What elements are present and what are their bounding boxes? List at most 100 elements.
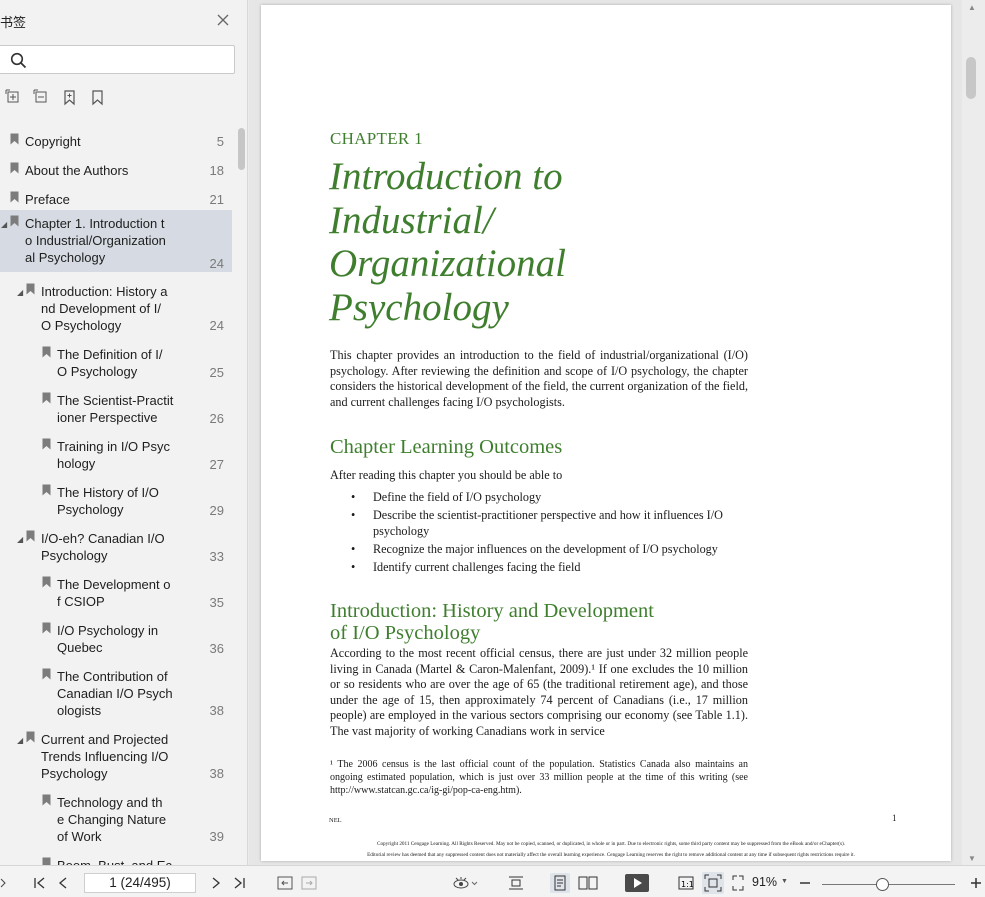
copyright-line: Editorial review has deemed that any sup…: [367, 852, 855, 858]
bookmark-item[interactable]: About the Authors 18: [0, 157, 232, 179]
zoom-slider-handle[interactable]: [876, 878, 889, 891]
sidebar-scrollbar[interactable]: [238, 128, 245, 170]
play-icon[interactable]: [625, 874, 649, 892]
bookmark-item[interactable]: The History of I/O Psychology 29: [0, 479, 232, 519]
scroll-down-icon[interactable]: ▼: [968, 854, 976, 863]
page-number: 1: [892, 813, 897, 823]
bookmark-page-number: 36: [209, 641, 224, 656]
bookmark-flag-icon: [26, 530, 35, 542]
bookmark-item[interactable]: I/O Psychology in Quebec 36: [0, 617, 232, 657]
previous-page-icon[interactable]: [55, 875, 71, 891]
page-fit-icon[interactable]: [508, 875, 524, 891]
bookmark-item[interactable]: The Development o f CSIOP 35: [0, 571, 232, 611]
bookmark-item[interactable]: Boom, Bust, and Ec: [0, 852, 232, 865]
bookmark-flag-icon: [10, 162, 19, 174]
bookmark-page-number: 33: [209, 549, 224, 564]
bookmark-label: Training in I/O Psyc hology: [57, 439, 170, 471]
expand-toggle-icon[interactable]: ◢: [1, 220, 7, 229]
outcomes-heading: Chapter Learning Outcomes: [330, 436, 563, 458]
bookmark-search-input[interactable]: [0, 45, 235, 74]
bookmark-item[interactable]: Preface 21: [0, 186, 232, 208]
pdf-page: CHAPTER 1 Introduction to Industrial/ Or…: [261, 5, 951, 861]
bookmark-item[interactable]: The Contribution of Canadian I/O Psych o…: [0, 663, 232, 719]
bookmark-label: The Definition of I/ O Psychology: [57, 347, 163, 379]
bookmark-flag-icon: [10, 215, 19, 227]
single-page-icon[interactable]: [550, 873, 570, 893]
bookmark-item[interactable]: ◢ Current and Projected Trends Influencin…: [0, 726, 232, 782]
page-number-input[interactable]: 1 (24/495): [84, 873, 196, 893]
first-page-icon[interactable]: [31, 875, 47, 891]
zoom-select-icon[interactable]: [730, 875, 746, 891]
chapter-intro: This chapter provides an introduction to…: [330, 348, 748, 409]
expand-all-icon[interactable]: [5, 89, 22, 106]
sidebar-toggle-icon[interactable]: [0, 875, 16, 891]
forward-icon[interactable]: [301, 875, 317, 891]
bookmark-item[interactable]: Copyright 5: [0, 128, 232, 150]
bookmark-page-number: 5: [216, 134, 224, 149]
collapse-all-icon[interactable]: [33, 89, 50, 106]
chapter-title-line: Organizational: [329, 242, 566, 285]
bookmark-flag-icon: [42, 576, 51, 588]
bookmark-flag-icon: [42, 346, 51, 358]
chapter-title-line: Industrial/: [329, 198, 494, 242]
two-page-icon[interactable]: [578, 875, 598, 891]
bookmark-item[interactable]: ◢ Chapter 1. Introduction t o Industrial/…: [0, 210, 232, 272]
bookmark-item[interactable]: Training in I/O Psyc hology 27: [0, 433, 232, 473]
document-scrollbar[interactable]: ▲ ▼: [962, 0, 985, 865]
bookmark-page-number: 21: [209, 192, 224, 207]
bookmark-page-number: 18: [209, 163, 224, 178]
bookmark-label: The Development o f CSIOP: [57, 577, 171, 609]
section-heading-line: of I/O Psychology: [330, 622, 481, 644]
chevron-down-icon[interactable]: ▼: [781, 878, 788, 885]
section-body: According to the most recent official ce…: [330, 646, 748, 738]
bookmark-label: Introduction: History a nd Development o…: [41, 284, 168, 333]
list-item: Recognize the major influences on the de…: [349, 542, 749, 558]
publisher-mark: NEL: [329, 817, 342, 824]
scroll-up-icon[interactable]: ▲: [968, 3, 976, 12]
bookmark-item[interactable]: Technology and th e Changing Nature of W…: [0, 789, 232, 845]
next-page-icon[interactable]: [208, 875, 224, 891]
eye-care-icon[interactable]: [453, 875, 479, 891]
bookmark-label: I/O Psychology in Quebec: [57, 623, 159, 655]
last-page-icon[interactable]: [232, 875, 248, 891]
bookmark-label: The History of I/O Psychology: [57, 485, 159, 517]
bookmark-flag-icon: [26, 283, 35, 295]
chapter-label: CHAPTER 1: [330, 129, 423, 148]
fit-width-icon[interactable]: [702, 872, 724, 894]
zoom-level[interactable]: 91%: [752, 875, 777, 889]
bookmark-icon[interactable]: [89, 89, 106, 106]
bookmark-item[interactable]: ◢ I/O-eh? Canadian I/O Psychology 33: [0, 525, 232, 565]
bookmark-page-number: 27: [209, 457, 224, 472]
status-bar: 1 (24/495) 1:1 91% ▼: [0, 865, 985, 897]
expand-toggle-icon[interactable]: ◢: [17, 535, 23, 544]
bookmark-flag-icon: [10, 191, 19, 203]
zoom-out-icon[interactable]: [797, 875, 813, 891]
expand-toggle-icon[interactable]: ◢: [17, 288, 23, 297]
close-icon[interactable]: [215, 12, 231, 28]
bookmark-item[interactable]: ◢ Introduction: History a nd Development …: [0, 278, 232, 334]
bookmark-sidebar: 书签 Copyright 5 About the Authors 18 Preface 2…: [0, 0, 248, 865]
bookmark-page-number: 25: [209, 365, 224, 380]
bookmark-flag-icon: [42, 484, 51, 496]
chapter-title-line: Introduction to: [329, 155, 563, 198]
back-icon[interactable]: [277, 875, 293, 891]
zoom-in-icon[interactable]: [968, 875, 984, 891]
bookmark-flag-icon: [42, 438, 51, 450]
bookmark-page-number: 38: [209, 766, 224, 781]
scrollbar-thumb[interactable]: [966, 57, 976, 99]
bookmark-item[interactable]: The Scientist-Practit ioner Perspective 2…: [0, 387, 232, 427]
actual-size-icon[interactable]: 1:1: [678, 875, 694, 891]
bookmark-label: Preface: [25, 192, 70, 207]
sidebar-title: 书签: [0, 15, 27, 30]
add-bookmark-icon[interactable]: [61, 89, 78, 106]
document-view[interactable]: CHAPTER 1 Introduction to Industrial/ Or…: [249, 0, 962, 865]
bookmark-item[interactable]: The Definition of I/ O Psychology 25: [0, 341, 232, 381]
bookmark-label: The Scientist-Practit ioner Perspective: [57, 393, 174, 425]
bookmark-page-number: 39: [209, 829, 224, 844]
chapter-title: Introduction to Industrial/ Organization…: [329, 155, 749, 329]
bookmark-label: Chapter 1. Introduction t o Industrial/O…: [25, 216, 166, 265]
outcomes-list: Define the field of I/O psychology Descr…: [349, 490, 749, 578]
bookmark-label: The Contribution of Canadian I/O Psych o…: [57, 669, 173, 718]
expand-toggle-icon[interactable]: ◢: [17, 736, 23, 745]
bookmark-label: Technology and th e Changing Nature of W…: [57, 795, 167, 844]
